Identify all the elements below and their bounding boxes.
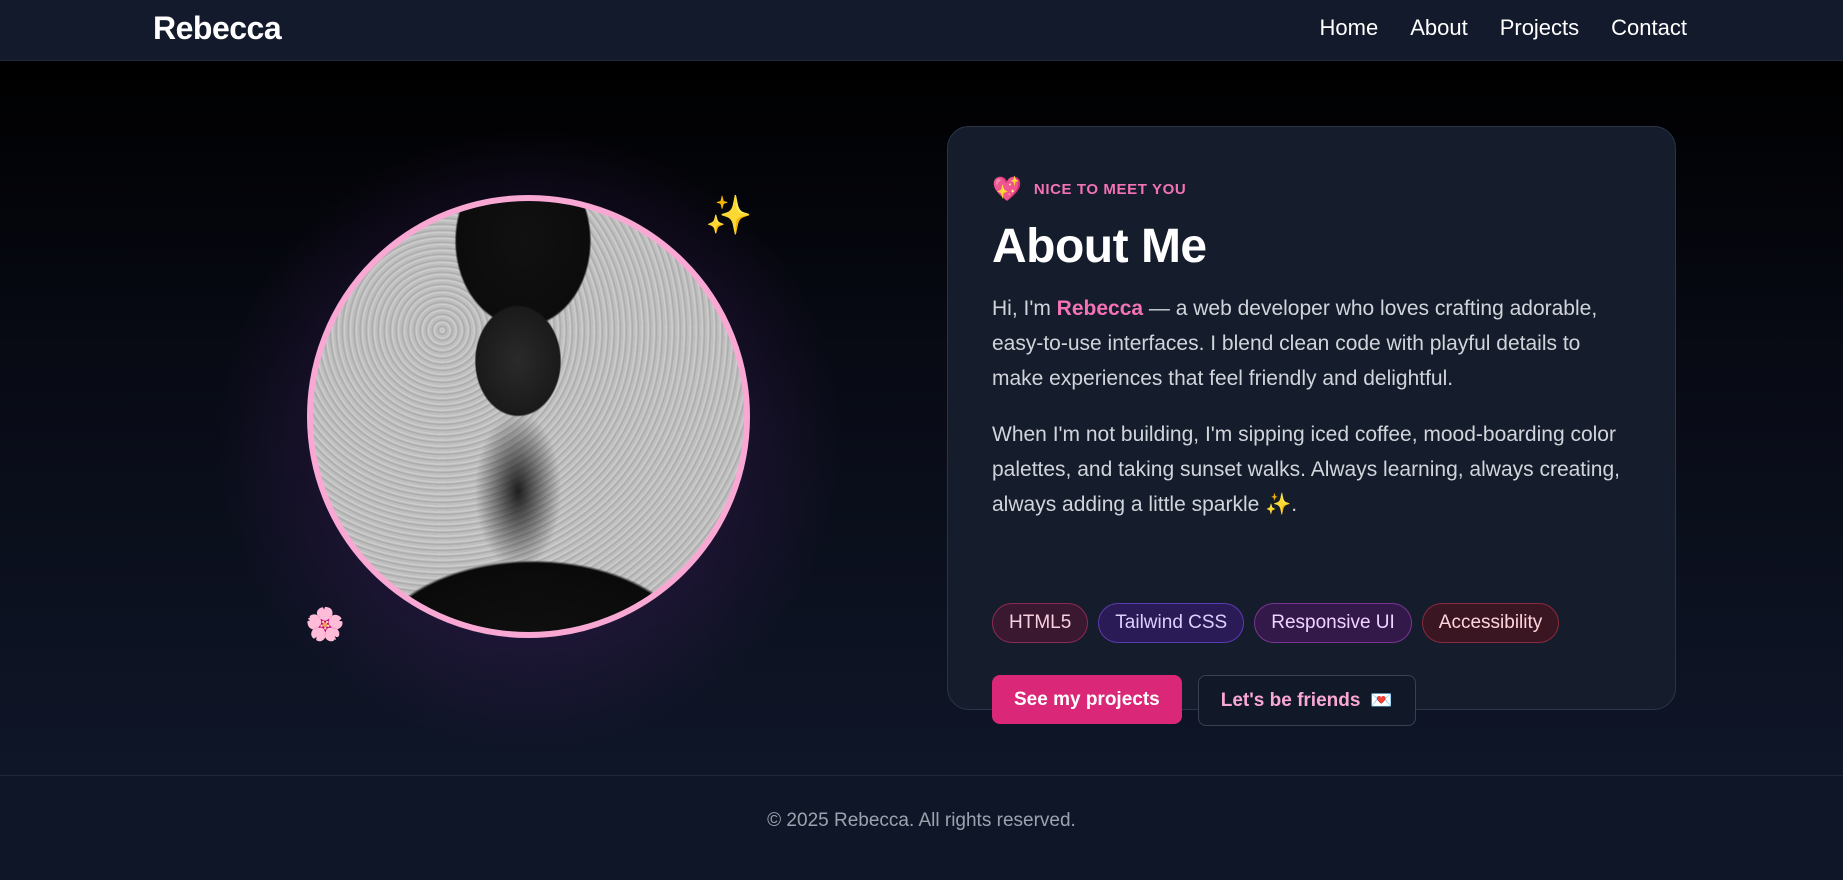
tag-responsive-ui: Responsive UI <box>1254 603 1412 643</box>
eyebrow: 💖 NICE TO MEET YOU <box>992 175 1186 204</box>
footer: © 2025 Rebecca. All rights reserved. <box>0 775 1843 880</box>
nav-link-about[interactable]: About <box>1410 15 1468 41</box>
hobbies-paragraph: When I'm not building, I'm sipping iced … <box>992 423 1621 516</box>
intro-paragraph: Hi, I'm Rebecca — a web developer who lo… <box>992 291 1632 396</box>
top-navbar: Rebecca Home About Projects Contact <box>0 0 1843 61</box>
nav-link-contact[interactable]: Contact <box>1611 15 1687 41</box>
copyright-text: © 2025 Rebecca. All rights reserved. <box>767 810 1076 831</box>
profile-photo <box>307 195 750 638</box>
about-hero-section: ✨ 🌸 💖 NICE TO MEET YOU About Me Hi, I'm … <box>0 61 1843 775</box>
skill-tags: HTML5 Tailwind CSS Responsive UI Accessi… <box>992 603 1560 643</box>
highlighted-name: Rebecca <box>1056 297 1144 320</box>
intro-prefix: Hi, I'm <box>992 297 1057 320</box>
nav-link-home[interactable]: Home <box>1320 15 1379 41</box>
nav-link-projects[interactable]: Projects <box>1500 15 1579 41</box>
brand-logo[interactable]: Rebecca <box>153 10 282 47</box>
tag-tailwind-css: Tailwind CSS <box>1098 603 1245 643</box>
see-projects-button[interactable]: See my projects <box>992 675 1182 724</box>
nav-links: Home About Projects Contact <box>1320 15 1688 41</box>
be-friends-button[interactable]: Let's be friends 💌 <box>1197 675 1416 726</box>
tag-html5: HTML5 <box>992 603 1089 643</box>
page-title: About Me <box>992 220 1207 273</box>
eyebrow-text: NICE TO MEET YOU <box>1033 181 1187 198</box>
tag-accessibility: Accessibility <box>1421 603 1560 643</box>
sparkle-icon: ✨ <box>705 195 753 237</box>
heart-icon: 💖 <box>992 176 1022 203</box>
be-friends-label: Let's be friends <box>1220 690 1361 711</box>
cta-buttons: See my projects Let's be friends 💌 <box>992 675 1416 726</box>
about-card: 💖 NICE TO MEET YOU About Me Hi, I'm Rebe… <box>947 126 1676 726</box>
love-letter-icon: 💌 <box>1370 690 1393 710</box>
flower-icon: 🌸 <box>305 606 345 642</box>
